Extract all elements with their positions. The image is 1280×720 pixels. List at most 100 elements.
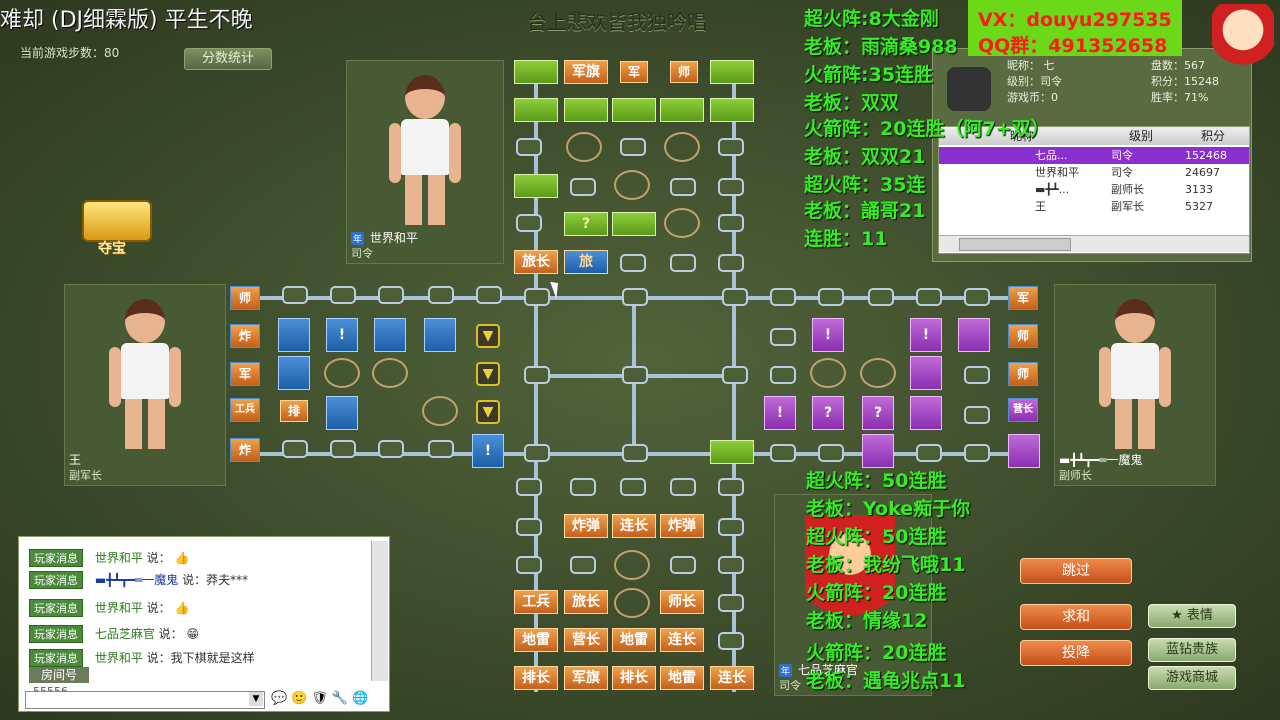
board-piece-top[interactable]: 旅 (564, 250, 608, 274)
board-piece-purple[interactable] (910, 356, 942, 390)
diamond-vip-button[interactable]: 蓝钻贵族 (1148, 638, 1236, 662)
board-piece-green[interactable] (660, 98, 704, 122)
board-piece-bottom[interactable]: 连长 (612, 514, 656, 538)
board-camp[interactable] (566, 132, 602, 162)
board-piece-right[interactable]: 师 (1008, 362, 1038, 386)
board-slot[interactable] (570, 478, 596, 496)
board-slot[interactable] (330, 440, 356, 458)
board-piece-blue[interactable] (424, 318, 456, 352)
board-piece-blue[interactable] (278, 318, 310, 352)
table-scrollbar[interactable] (939, 235, 1249, 252)
board-piece-top[interactable]: 军 (620, 61, 648, 83)
board-piece-blue[interactable] (278, 356, 310, 390)
board-slot[interactable] (516, 214, 542, 232)
board-slot[interactable] (670, 254, 696, 272)
board-slot[interactable] (378, 440, 404, 458)
board-slot[interactable] (428, 440, 454, 458)
board-piece-blue[interactable] (326, 396, 358, 430)
chat-sender[interactable]: 世界和平 (95, 601, 143, 615)
board-slot[interactable] (770, 444, 796, 462)
board-camp[interactable] (614, 588, 650, 618)
board-piece-bottom[interactable]: 旅长 (564, 590, 608, 614)
board-slot[interactable] (770, 288, 796, 306)
board-slot[interactable] (868, 288, 894, 306)
board-slot[interactable] (964, 444, 990, 462)
board-camp[interactable] (664, 208, 700, 238)
board-piece-right[interactable]: 军 (1008, 286, 1038, 310)
board-piece-left[interactable]: 炸 (230, 324, 260, 348)
board-piece-right[interactable]: ! (764, 396, 796, 430)
board-slot[interactable] (964, 288, 990, 306)
board-slot[interactable] (964, 366, 990, 384)
board-piece-right[interactable]: 营长 (1008, 398, 1038, 422)
board-slot[interactable] (670, 178, 696, 196)
board-slot[interactable] (282, 440, 308, 458)
board-slot[interactable] (620, 138, 646, 156)
smile-icon[interactable]: 🙂 (291, 691, 311, 706)
chat-sender[interactable]: 七品芝麻官 (95, 627, 155, 641)
board-slot[interactable] (622, 288, 648, 306)
scrollbar-thumb[interactable] (959, 238, 1071, 251)
board-piece-top[interactable]: 师 (670, 61, 698, 83)
board-piece-bottom[interactable]: 排长 (514, 666, 558, 690)
board-slot[interactable] (428, 286, 454, 304)
board-camp[interactable] (664, 132, 700, 162)
board-piece-bottom[interactable]: 连长 (710, 666, 754, 690)
board-piece-green[interactable] (514, 60, 558, 84)
board-slot[interactable] (770, 366, 796, 384)
skip-button[interactable]: 跳过 (1020, 558, 1132, 584)
board-piece-bottom[interactable]: 排长 (612, 666, 656, 690)
board-piece-purple[interactable] (862, 434, 894, 468)
board-piece-bottom[interactable]: 炸弹 (564, 514, 608, 538)
board-piece-bottom[interactable]: 军旗 (564, 666, 608, 690)
board-slot[interactable] (330, 286, 356, 304)
board-slot[interactable] (722, 366, 748, 384)
board-slot[interactable] (516, 518, 542, 536)
chevron-down-icon[interactable]: ▼ (476, 362, 500, 386)
board-piece-bottom[interactable]: 师长 (660, 590, 704, 614)
board-piece-blue[interactable] (374, 318, 406, 352)
board-slot[interactable] (622, 444, 648, 462)
board-piece-bottom[interactable]: 工兵 (514, 590, 558, 614)
board-slot[interactable] (770, 328, 796, 346)
board-slot[interactable] (916, 444, 942, 462)
board-piece-right[interactable]: ? (812, 396, 844, 430)
board-slot[interactable] (516, 138, 542, 156)
board-piece-left[interactable]: 炸 (230, 438, 260, 462)
board-slot[interactable] (916, 288, 942, 306)
board-piece-green[interactable] (612, 212, 656, 236)
board-piece-green[interactable] (710, 60, 754, 84)
board-slot[interactable] (620, 254, 646, 272)
board-slot[interactable] (718, 478, 744, 496)
board-piece-left[interactable]: 师 (230, 286, 260, 310)
chat-sender[interactable]: ▬╋┻┳━═一魔鬼 (95, 573, 178, 587)
surrender-button[interactable]: 投降 (1020, 640, 1132, 666)
board-piece-bottom[interactable]: 地雷 (660, 666, 704, 690)
board-piece-left[interactable]: ! (326, 318, 358, 352)
board-piece-left[interactable]: 工兵 (230, 398, 260, 422)
board-camp[interactable] (860, 358, 896, 388)
board-piece-top[interactable]: ? (564, 212, 608, 236)
board-piece-green[interactable] (710, 98, 754, 122)
board-slot[interactable] (718, 178, 744, 196)
board-slot[interactable] (718, 214, 744, 232)
peace-button[interactable]: 求和 (1020, 604, 1132, 630)
board-piece-left[interactable]: 军 (230, 362, 260, 386)
board-piece-bottom[interactable]: 地雷 (612, 628, 656, 652)
board-piece-purple[interactable] (910, 396, 942, 430)
board-slot[interactable] (516, 478, 542, 496)
board-piece-green[interactable] (612, 98, 656, 122)
chat-sender[interactable]: 世界和平 (95, 651, 143, 665)
board-piece-green[interactable] (710, 440, 754, 464)
board-slot[interactable] (282, 286, 308, 304)
globe-icon[interactable]: 🌐 (352, 691, 372, 706)
wrench-icon[interactable]: 🔧 (332, 691, 352, 706)
board-slot[interactable] (378, 286, 404, 304)
board-slot[interactable] (818, 444, 844, 462)
board-piece-top[interactable]: 军旗 (564, 60, 608, 84)
table-row[interactable]: 七品... 司令 152468 (939, 147, 1249, 164)
board-slot[interactable] (476, 286, 502, 304)
table-row[interactable]: ▬╋┻... 副师长 3133 (939, 181, 1249, 198)
board-slot[interactable] (524, 288, 550, 306)
board-piece-top[interactable]: 旅长 (514, 250, 558, 274)
